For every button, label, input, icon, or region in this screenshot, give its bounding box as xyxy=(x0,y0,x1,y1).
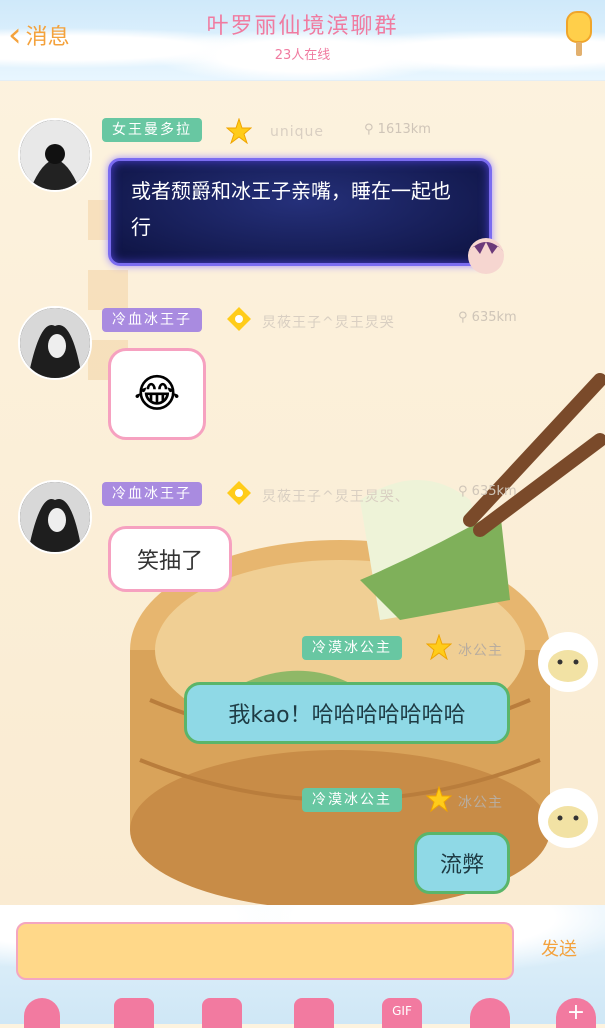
message-bubble[interactable]: 或者颓爵和冰王子亲嘴，睡在一起也行 xyxy=(108,158,492,266)
distance-label: ⚲ 635km xyxy=(458,484,517,499)
distance-value: 635km xyxy=(471,310,517,325)
location-pin-icon: ⚲ xyxy=(364,122,374,137)
distance-label: ⚲ 1613km xyxy=(364,122,431,137)
message-bubble[interactable]: 😂 xyxy=(108,348,206,440)
sender-meta: 冰公主 xyxy=(458,795,503,811)
sender-tag: 冷血冰王子 xyxy=(102,482,202,506)
distance-label: ⚲ 635km xyxy=(458,310,517,325)
message-input[interactable] xyxy=(16,922,514,980)
sender-meta: 冰公主 xyxy=(458,643,503,659)
avatar[interactable] xyxy=(18,480,92,554)
star-badge-icon xyxy=(426,786,452,812)
avatar-image xyxy=(20,308,90,378)
gif-label: GIF xyxy=(392,1004,412,1018)
message-bubble[interactable]: 我kao！哈哈哈哈哈哈哈 xyxy=(184,682,510,744)
location-pin-icon: ⚲ xyxy=(458,484,468,499)
message-bubble[interactable]: 笑抽了 xyxy=(108,526,232,592)
sender-tag: 冷漠冰公主 xyxy=(302,636,402,660)
star-badge-icon xyxy=(226,118,252,144)
message-text: 或者颓爵和冰王子亲嘴，睡在一起也行 xyxy=(131,179,451,239)
sender-tag: 冷血冰王子 xyxy=(102,308,202,332)
anime-sticker-icon xyxy=(468,238,504,274)
star-badge-icon xyxy=(426,634,452,660)
message-text: 我kao！哈哈哈哈哈哈哈 xyxy=(228,703,466,728)
popsicle-menu-icon[interactable] xyxy=(559,10,599,58)
send-button[interactable]: 发送 xyxy=(541,935,577,961)
online-count: 23人在线 xyxy=(274,48,331,63)
message-text: 笑抽了 xyxy=(136,549,203,574)
sender-meta: 炅莜王子^炅王炅哭 xyxy=(262,315,395,331)
avatar-image xyxy=(20,120,90,190)
message-text: 流弊 xyxy=(439,853,484,878)
distance-value: 1613km xyxy=(377,122,431,137)
avatar[interactable] xyxy=(18,118,92,192)
avatar-image xyxy=(20,482,90,552)
distance-value: 635km xyxy=(471,484,517,499)
location-pin-icon: ⚲ xyxy=(458,310,468,325)
avatar[interactable] xyxy=(18,306,92,380)
page-title: 叶罗丽仙境滨聊群 xyxy=(206,14,399,39)
sender-meta: 炅莜王子^炅王炅哭、 xyxy=(262,489,410,505)
diamond-badge-icon xyxy=(227,481,251,505)
emoji-laugh-icon: 😂 xyxy=(133,371,181,417)
diamond-badge-icon xyxy=(227,307,251,331)
sender-tag: 冷漠冰公主 xyxy=(302,788,402,812)
avatar[interactable] xyxy=(536,786,600,850)
sender-meta: unique xyxy=(270,124,325,140)
sender-tag: 女王曼多拉 xyxy=(102,118,202,142)
chat-header: ‹ 消息 叶罗丽仙境滨聊群 23人在线 xyxy=(0,0,605,81)
message-bubble[interactable]: 流弊 xyxy=(414,832,510,894)
avatar[interactable] xyxy=(536,630,600,694)
